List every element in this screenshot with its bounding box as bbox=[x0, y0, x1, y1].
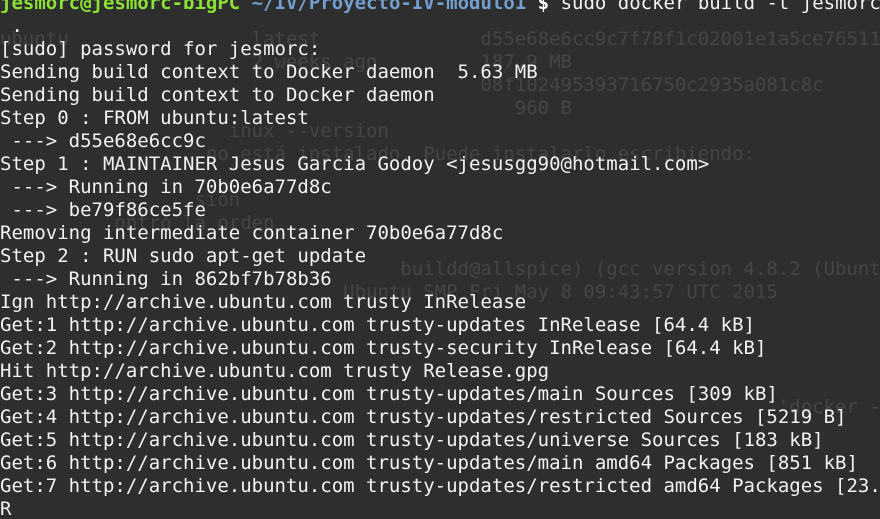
output-line: Get:1 http://archive.ubuntu.com trusty-u… bbox=[0, 314, 755, 336]
output-line: Step 2 : RUN sudo apt-get update bbox=[0, 245, 367, 267]
output-line: ---> d55e68e6cc9c bbox=[0, 130, 206, 152]
output-line: Removing intermediate container 70b0e6a7… bbox=[0, 222, 504, 244]
output-line: Get:3 http://archive.ubuntu.com trusty-u… bbox=[0, 383, 778, 405]
output-line: Get:7 http://archive.ubuntu.com trusty-u… bbox=[0, 475, 880, 497]
prompt-symbol: $ bbox=[537, 0, 550, 14]
output-line: R bbox=[0, 498, 12, 519]
output-line: Step 1 : MAINTAINER Jesus Garcia Godoy <… bbox=[0, 153, 710, 175]
output-line: Get:2 http://archive.ubuntu.com trusty-s… bbox=[0, 337, 767, 359]
prompt-path: ~/IV/Proyecto-IV-modulo1 bbox=[251, 0, 527, 14]
prompt-user-host: jesmorc@jesmorc-bigPC bbox=[0, 0, 241, 14]
output-line: Get:4 http://archive.ubuntu.com trusty-u… bbox=[0, 406, 847, 428]
prompt-line: jesmorc@jesmorc-bigPC ~/IV/Proyecto-IV-m… bbox=[0, 0, 880, 15]
output-line: Hit http://archive.ubuntu.com trusty Rel… bbox=[0, 360, 550, 382]
prompt-command: sudo docker build -t jesmorc_iv bbox=[560, 0, 880, 14]
output-line: ---> Running in 70b0e6a77d8c bbox=[0, 176, 332, 198]
output-line: Step 0 : FROM ubuntu:latest bbox=[0, 107, 309, 129]
output-line: Ign http://archive.ubuntu.com trusty InR… bbox=[0, 291, 527, 313]
output-line: Get:6 http://archive.ubuntu.com trusty-u… bbox=[0, 452, 858, 474]
terminal-window[interactable]: ubuntu latest d55e68e6cc9c7f78f1c02001e1… bbox=[0, 0, 880, 519]
output-line: [sudo] password for jesmorc: bbox=[0, 38, 321, 60]
output-line: Sending build context to Docker daemon bbox=[0, 84, 435, 106]
output-line: . bbox=[0, 15, 23, 37]
output-line: ---> Running in 862bf7b78b36 bbox=[0, 268, 332, 290]
output-line: Sending build context to Docker daemon 5… bbox=[0, 61, 538, 83]
output-line: Get:5 http://archive.ubuntu.com trusty-u… bbox=[0, 429, 824, 451]
terminal-output: jesmorc@jesmorc-bigPC ~/IV/Proyecto-IV-m… bbox=[0, 0, 880, 519]
output-line: ---> be79f86ce5fe bbox=[0, 199, 206, 221]
